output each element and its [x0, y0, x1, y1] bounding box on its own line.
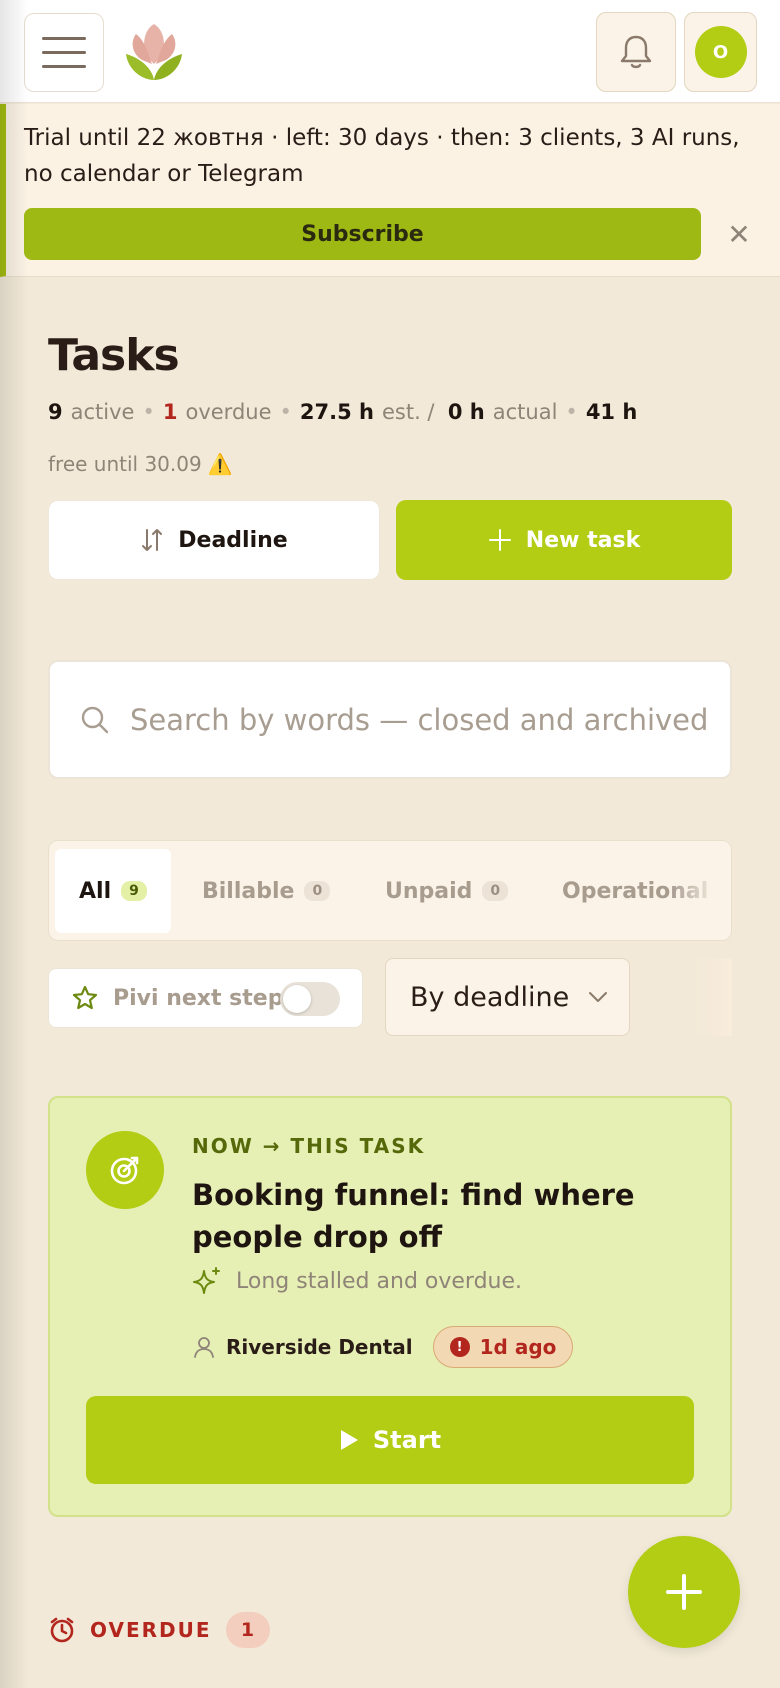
tab-label: Unpaid	[385, 878, 473, 904]
page-title: Tasks	[48, 330, 180, 381]
actual-label: actual	[492, 400, 558, 424]
trial-text: Trial until 22 жовтня · left: 30 days · …	[24, 125, 740, 187]
total-hours: 41 h	[585, 400, 638, 424]
pivi-next-step-toggle[interactable]: Pivi next step	[48, 968, 363, 1028]
overdue-section-header[interactable]: OVERDUE 1	[48, 1612, 270, 1648]
search-icon	[81, 706, 109, 733]
separator-dot: •	[279, 400, 292, 424]
start-button[interactable]: Start	[86, 1396, 694, 1484]
new-task-label: New task	[525, 527, 641, 553]
sort-order-select[interactable]: By deadline	[385, 958, 630, 1036]
user-icon	[194, 1337, 214, 1358]
lotus-logo[interactable]	[122, 20, 186, 84]
overdue-age-badge: ! 1d ago	[432, 1326, 574, 1368]
next-task-card: NOW → THIS TASK Booking funnel: find whe…	[48, 1096, 732, 1517]
target-icon	[86, 1131, 164, 1209]
warning-icon: ⚠️	[207, 452, 233, 476]
overdue-label: overdue	[185, 400, 272, 424]
plus-icon	[488, 529, 511, 551]
task-filter-tabs: All 9 Billable 0 Unpaid 0 Operational 9	[48, 840, 732, 941]
avatar: O	[694, 26, 747, 78]
free-note-text: free until 30.09	[48, 452, 202, 476]
sparkle-icon	[193, 1267, 220, 1294]
new-task-button[interactable]: New task	[396, 500, 732, 580]
tab-billable[interactable]: Billable 0	[202, 849, 331, 933]
sort-arrows-icon	[142, 529, 163, 551]
overdue-section-label: OVERDUE	[90, 1618, 212, 1642]
app-header: O	[0, 0, 780, 103]
tab-all[interactable]: All 9	[55, 849, 171, 933]
alarm-clock-icon	[50, 1617, 74, 1643]
estimated-hours: 27.5 h	[299, 400, 374, 424]
play-icon	[340, 1430, 358, 1450]
separator-dot: •	[565, 400, 578, 424]
tab-unpaid[interactable]: Unpaid 0	[385, 849, 509, 933]
plus-icon	[666, 1574, 702, 1610]
tab-label: All	[79, 878, 112, 904]
actual-hours: 0 h	[447, 400, 485, 424]
sort-label: Deadline	[178, 527, 288, 553]
toggle-knob	[283, 985, 311, 1013]
tabs-scroll-fade	[671, 841, 731, 940]
subscribe-button[interactable]: Subscribe	[24, 208, 701, 260]
reason-text: Long stalled and overdue.	[236, 1268, 523, 1294]
chevron-down-icon	[589, 992, 608, 1002]
menu-button[interactable]	[24, 13, 104, 92]
pivi-label: Pivi next step	[113, 985, 284, 1011]
tab-count-badge: 0	[482, 881, 509, 901]
notifications-button[interactable]	[596, 12, 676, 92]
bell-icon	[620, 35, 652, 69]
close-icon[interactable]: ✕	[721, 216, 757, 252]
overdue-count: 1	[162, 400, 178, 424]
trial-banner: Trial until 22 жовтня · left: 30 days · …	[0, 104, 780, 277]
next-task-kicker: NOW → THIS TASK	[192, 1134, 426, 1158]
hamburger-icon-bar	[42, 65, 86, 68]
overdue-age-text: 1d ago	[479, 1335, 557, 1359]
profile-button[interactable]: O	[684, 12, 757, 92]
active-label: active	[70, 400, 135, 424]
sort-deadline-button[interactable]: Deadline	[48, 500, 380, 580]
estimated-label: est. /	[381, 400, 435, 424]
task-stats: 9 active • 1 overdue • 27.5 h est. / 0 h actual •…	[48, 400, 768, 424]
client-name[interactable]: Riverside Dental	[226, 1335, 413, 1359]
hamburger-icon-bar	[42, 51, 86, 54]
search-input[interactable]	[130, 702, 710, 737]
free-quota-note: free until 30.09 ⚠️	[48, 452, 233, 476]
toggle-switch[interactable]	[280, 982, 340, 1016]
next-task-reason: Long stalled and overdue.	[192, 1266, 522, 1296]
add-floating-button[interactable]	[628, 1536, 740, 1648]
star-icon	[72, 985, 98, 1010]
filter-row-scroll-fade	[690, 958, 732, 1036]
sort-select-value: By deadline	[410, 981, 570, 1013]
hamburger-icon	[42, 37, 86, 40]
search-box[interactable]	[48, 660, 732, 779]
next-task-title[interactable]: Booking funnel: find where people drop o…	[192, 1174, 702, 1258]
start-label: Start	[372, 1426, 442, 1454]
active-count: 9	[48, 400, 63, 424]
tab-count-badge: 9	[121, 881, 147, 901]
tab-label: Billable	[202, 878, 295, 904]
alert-icon: !	[449, 1337, 470, 1357]
tab-count-badge: 0	[304, 881, 331, 901]
overdue-section-count: 1	[225, 1612, 270, 1648]
separator-dot: •	[142, 400, 155, 424]
next-task-meta: Riverside Dental ! 1d ago	[192, 1326, 574, 1368]
